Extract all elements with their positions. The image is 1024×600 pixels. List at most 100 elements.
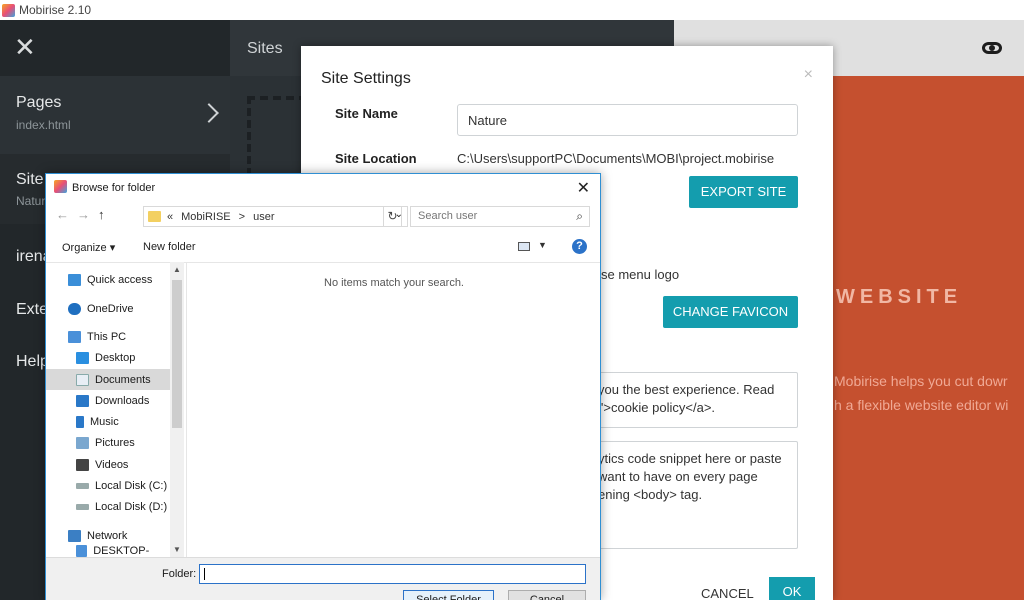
nav-item-label: Local Disk (D:) <box>95 500 168 513</box>
nav-item-label: Videos <box>95 458 129 471</box>
search-input[interactable]: Search user ⌕ <box>410 206 590 227</box>
view-options-icon[interactable] <box>518 242 530 251</box>
analytics-textarea[interactable]: ytics code snippet here or paste want to… <box>597 441 798 549</box>
app-icon <box>54 180 67 193</box>
menu-logo-text: se menu logo <box>601 267 680 282</box>
nav-item-videos[interactable]: Videos <box>46 454 170 475</box>
cancel-button[interactable]: CANCEL <box>701 586 754 600</box>
folder-input[interactable] <box>199 564 586 584</box>
site-name-label: Site Name <box>335 106 398 121</box>
site-name-input[interactable] <box>457 104 798 136</box>
nav-item-desktop[interactable]: Desktop <box>46 347 170 368</box>
forward-icon[interactable]: → <box>77 207 98 222</box>
app-title-bar: Mobirise 2.10 <box>0 0 1024 20</box>
sidebar-item-sub: index.html <box>16 118 71 132</box>
network-icon <box>68 529 81 542</box>
chevron-down-icon[interactable]: ▼ <box>173 545 181 554</box>
nav-item-label: Pictures <box>95 436 135 449</box>
folder-label: Folder: <box>162 568 197 580</box>
nav-item-quick-access[interactable]: Quick access <box>46 269 170 290</box>
textarea-line: l'>cookie policy</a>. <box>598 400 716 415</box>
browse-folder-dialog: Browse for folder ✕ ←→↑ « MobiRISE > use… <box>45 173 601 600</box>
sidebar-item-label: Exte <box>16 301 49 318</box>
nav-item-label: Music <box>90 415 119 428</box>
nav-item-onedrive[interactable]: OneDrive <box>46 298 170 319</box>
nav-item-local-disk-c[interactable]: Local Disk (C:) <box>46 475 170 496</box>
nav-item-label: Downloads <box>95 394 150 407</box>
nav-item-documents[interactable]: Documents <box>46 369 170 390</box>
chevron-up-icon[interactable]: ▲ <box>173 265 181 274</box>
cancel-button[interactable]: Cancel <box>508 590 586 600</box>
music-icon <box>76 415 84 428</box>
nav-item-label: OneDrive <box>87 302 134 315</box>
nav-item-local-disk-d[interactable]: Local Disk (D:) <box>46 496 170 517</box>
refresh-icon[interactable]: ↻ <box>383 206 402 227</box>
disk-icon <box>76 482 89 489</box>
breadcrumb-item[interactable]: MobiRISE <box>181 211 231 223</box>
new-folder-button[interactable]: New folder <box>143 241 196 253</box>
download-icon <box>76 394 89 407</box>
preview-paragraph: Mobirise helps you cut dowr h a flexible… <box>834 369 1024 417</box>
nav-scrollbar[interactable]: ▲ ▼ <box>170 262 184 557</box>
empty-message: No items match your search. <box>324 277 464 289</box>
back-icon[interactable]: ← <box>56 207 77 222</box>
change-favicon-button[interactable]: CHANGE FAVICON <box>663 296 798 328</box>
organize-menu[interactable]: Organize ▾ <box>62 241 115 254</box>
desktop-icon <box>76 351 89 364</box>
sidebar-item-label: Site <box>16 171 44 188</box>
site-location-label: Site Location <box>335 151 417 166</box>
nav-item-this-pc[interactable]: This PC <box>46 326 170 347</box>
nav-item-pictures[interactable]: Pictures <box>46 432 170 453</box>
nav-item-label: Documents <box>95 373 151 386</box>
nav-item-label: This PC <box>87 330 127 343</box>
eye-icon[interactable] <box>982 42 1002 54</box>
sidebar-item-label: Help <box>16 353 49 370</box>
sidebar-item-sub: Natur <box>16 194 46 208</box>
document-icon <box>76 373 89 386</box>
breadcrumb-sep: « <box>167 210 174 223</box>
file-list-pane: No items match your search. <box>186 262 600 557</box>
videos-icon <box>76 458 89 471</box>
ok-button[interactable]: OK <box>769 577 815 600</box>
textarea-line: want to have on every page <box>598 469 758 484</box>
select-folder-button[interactable]: Select Folder <box>403 590 494 600</box>
breadcrumb-item[interactable]: user <box>253 211 274 223</box>
sidebar-item-pages[interactable]: Pages index.html <box>0 76 230 154</box>
disk-icon <box>76 503 89 510</box>
nav-item-downloads[interactable]: Downloads <box>46 390 170 411</box>
preview-line: Mobirise helps you cut dowr <box>834 373 1008 389</box>
text-caret <box>204 568 205 580</box>
sites-title: Sites <box>247 40 283 57</box>
nav-buttons: ←→↑ <box>56 207 113 222</box>
textarea-line: you the best experience. Read <box>598 382 775 397</box>
nav-item-label: Network <box>87 529 128 542</box>
preview-heading: WEBSITE <box>836 286 963 308</box>
dialog-footer: Folder: Select Folder Cancel <box>46 557 600 600</box>
add-site-placeholder[interactable] <box>247 96 307 176</box>
nav-item-label: Quick access <box>87 273 153 286</box>
close-icon[interactable]: × <box>804 66 813 84</box>
chevron-down-icon[interactable]: ▼ <box>538 240 547 250</box>
search-placeholder: Search user <box>418 210 478 222</box>
close-icon[interactable]: ✕ <box>577 178 590 198</box>
app-icon <box>2 3 15 17</box>
modal-title: Site Settings <box>321 70 411 87</box>
star-icon <box>68 273 81 286</box>
navigation-pane: Quick access OneDrive This PC Desktop Do… <box>46 262 186 558</box>
export-site-button[interactable]: EXPORT SITE <box>689 176 798 208</box>
dialog-toolbar: Organize ▾ New folder ▼ ? <box>46 236 600 260</box>
nav-item-network[interactable]: Network <box>46 525 170 546</box>
preview-line: h a flexible website editor wi <box>834 397 1009 413</box>
breadcrumb-sep: > <box>238 210 246 223</box>
close-icon[interactable]: ✕ <box>14 34 36 60</box>
address-bar[interactable]: « MobiRISE > user ⌄ <box>143 206 408 227</box>
cookie-textarea[interactable]: you the best experience. Read l'>cookie … <box>597 372 798 428</box>
site-location-value: C:\Users\supportPC\Documents\MOBI\projec… <box>457 151 775 166</box>
up-icon[interactable]: ↑ <box>98 207 113 222</box>
dialog-title: Browse for folder <box>72 182 156 194</box>
help-icon[interactable]: ? <box>572 239 587 254</box>
nav-item-music[interactable]: Music <box>46 411 170 432</box>
cloud-icon <box>68 302 81 315</box>
nav-item-label: Desktop <box>95 351 136 364</box>
scrollbar-thumb[interactable] <box>172 280 182 428</box>
